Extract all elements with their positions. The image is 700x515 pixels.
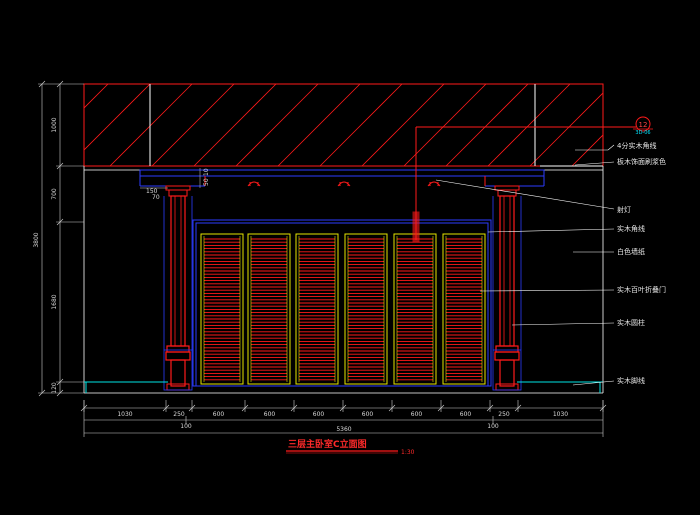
elevation-drawing: 12 3D-06 4分实木角线 板木饰面刷浆色 射灯 实木角线 白色墙纸 实木百… — [33, 80, 666, 456]
bottom-dimension-extra: 100 100 5360 — [180, 423, 499, 433]
dim-small-4: 50 — [203, 178, 210, 186]
dim-b-segment: 1030 — [117, 411, 132, 418]
dim-b-segment: 250 — [498, 411, 510, 418]
dim-v-4: 120 — [51, 382, 58, 394]
drawing-title: 三层主卧室C立面图 — [288, 438, 367, 450]
dim-b-segment: 600 — [264, 411, 276, 418]
wood-columns — [163, 185, 522, 391]
left-dimension-lines — [38, 80, 84, 397]
dim-b-segment: 600 — [362, 411, 374, 418]
label-corner-molding: 4分实木角线 — [617, 141, 656, 150]
spotlights — [247, 181, 441, 187]
door-panel — [295, 233, 339, 385]
left-dimension-text: 1000 700 1680 120 3800 — [33, 117, 58, 394]
door-panel — [200, 233, 244, 385]
dim-b-segment: 1030 — [553, 411, 568, 418]
label-spotlight: 射灯 — [617, 205, 631, 214]
door-panel — [344, 233, 388, 385]
label-wallpaper: 白色墙纸 — [617, 247, 645, 256]
column — [163, 185, 193, 391]
ceiling-beam — [83, 83, 604, 167]
dim-v-3: 1680 — [51, 294, 58, 309]
dim-v-1: 1000 — [51, 117, 58, 132]
dim-v-total: 3800 — [33, 232, 40, 247]
detail-tag-sheet: 3D-06 — [635, 130, 650, 136]
door-panel — [442, 233, 486, 385]
skirting — [84, 381, 603, 393]
dim-b-segment: 600 — [460, 411, 472, 418]
label-louver-door: 实木百叶折叠门 — [617, 285, 666, 294]
door-panel — [247, 233, 291, 385]
annotation-labels: 4分实木角线 板木饰面刷浆色 射灯 实木角线 白色墙纸 实木百叶折叠门 实木圆柱… — [617, 141, 666, 385]
door-panel — [393, 233, 437, 385]
drawing-scale: 1:30 — [401, 449, 415, 456]
detail-tag-number: 12 — [639, 121, 648, 129]
dim-b-segment: 600 — [213, 411, 225, 418]
detail-tag: 12 3D-06 — [633, 116, 653, 136]
louver-folding-door — [200, 233, 486, 385]
label-wood-trim: 实木角线 — [617, 224, 645, 233]
cad-viewport: 12 3D-06 4分实木角线 板木饰面刷浆色 射灯 实木角线 白色墙纸 实木百… — [0, 0, 700, 511]
dim-small-3: 10 — [203, 168, 210, 176]
dim-v-2: 700 — [51, 188, 58, 200]
label-wood-column: 实木圆柱 — [617, 318, 645, 327]
dim-b-total: 5360 — [336, 426, 351, 433]
dim-b-segment: 250 — [173, 411, 185, 418]
label-wood-veneer: 板木饰面刷浆色 — [617, 157, 666, 166]
dim-b-mid-left: 100 — [180, 423, 192, 430]
dim-b-segment: 600 — [313, 411, 325, 418]
dim-b-mid-right: 100 — [487, 423, 499, 430]
drawing-title-block: 三层主卧室C立面图 1:30 — [286, 438, 415, 456]
label-skirting: 实木脚线 — [617, 376, 645, 385]
dim-small-2: 70 — [152, 194, 160, 201]
bottom-dimension-text: 1030 250 600 600 600 600 600 600 250 1030 — [117, 411, 568, 418]
dim-b-segment: 600 — [411, 411, 423, 418]
wall-outline — [83, 166, 604, 394]
column — [492, 185, 522, 391]
